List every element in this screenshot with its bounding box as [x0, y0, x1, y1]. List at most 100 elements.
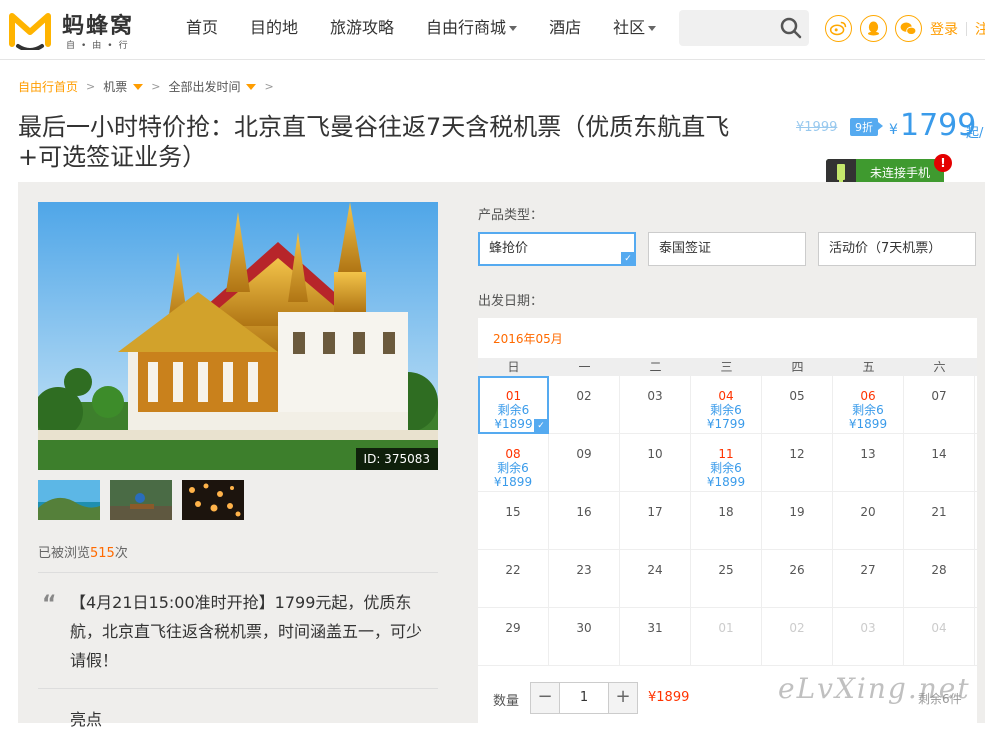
calendar-day: 03: [833, 608, 904, 666]
nav-item-label: 目的地: [250, 18, 299, 37]
day-number: 03: [860, 621, 876, 635]
day-price: ¥1899: [493, 475, 533, 489]
calendar-week-row: 15 16 17 18 19 20 21: [478, 492, 977, 550]
image-id-label: ID: 375083: [355, 448, 438, 470]
calendar-day: 26: [762, 550, 833, 608]
nav-item-6[interactable]: 社区: [597, 0, 672, 60]
day-price: ¥1899: [706, 475, 746, 489]
nav-item-3[interactable]: 旅游攻略: [314, 0, 410, 60]
nav-item-4[interactable]: 自由行商城: [410, 0, 533, 60]
day-number: 23: [576, 563, 592, 577]
day-number: 07: [931, 389, 947, 403]
nav-item-label: 旅游攻略: [330, 18, 395, 37]
calendar-day[interactable]: 08 剩余6 ¥1899: [478, 434, 549, 492]
day-number: 24: [647, 563, 663, 577]
product-panel: ID: 375083 已被浏览515次 “ 【4月21日15:00准时开抢】17…: [18, 182, 985, 729]
search-icon[interactable]: [779, 16, 803, 40]
nav-item-5[interactable]: 酒店: [533, 0, 597, 60]
caret-down-icon: [509, 26, 518, 31]
weibo-icon[interactable]: [825, 15, 852, 42]
thumbnail-1[interactable]: [38, 480, 100, 520]
calendar-day: 04: [904, 608, 975, 666]
calendar-day: 27: [833, 550, 904, 608]
hero-image[interactable]: ID: 375083: [38, 202, 438, 470]
day-number: 27: [860, 563, 876, 577]
logo-name: 蚂蜂窝: [62, 14, 135, 39]
type-option-3[interactable]: 活动价（7天机票）: [818, 232, 976, 266]
quantity-label: 数量: [493, 694, 520, 709]
weekday-header: 五: [862, 360, 875, 374]
thumbnail-3[interactable]: [182, 480, 244, 520]
day-number: 31: [647, 621, 663, 635]
calendar-day: 14: [904, 434, 975, 492]
calendar-day: 16: [549, 492, 620, 550]
calendar-day: 01: [691, 608, 762, 666]
quantity-minus-button[interactable]: −: [531, 683, 559, 713]
register-link[interactable]: 注: [975, 19, 985, 39]
wechat-icon[interactable]: [895, 15, 922, 42]
day-price: ¥1799: [706, 417, 746, 431]
calendar-day: 20: [833, 492, 904, 550]
calendar-day[interactable]: 06 剩余6 ¥1899: [833, 376, 904, 434]
day-number: 15: [505, 505, 521, 519]
departure-date-label: 出发日期：: [478, 294, 544, 309]
qq-icon[interactable]: [860, 15, 887, 42]
calendar-day: 02: [762, 608, 833, 666]
thumbnail-2[interactable]: [110, 480, 172, 520]
quantity-input[interactable]: 1: [559, 683, 609, 713]
calendar-day: 12: [762, 434, 833, 492]
day-price: ¥1899: [848, 417, 888, 431]
chevron-right-icon: >: [264, 80, 274, 93]
calendar-day[interactable]: 04 剩余6 ¥1799: [691, 376, 762, 434]
breadcrumb-category[interactable]: 机票: [103, 78, 127, 95]
alert-icon: !: [934, 154, 952, 172]
seats-remaining: 剩余6: [497, 461, 529, 475]
day-number: 12: [789, 447, 805, 461]
calendar-day: 29: [478, 608, 549, 666]
day-number: 21: [931, 505, 947, 519]
caret-down-icon[interactable]: [133, 83, 144, 90]
view-count: 已被浏览515次: [38, 542, 128, 561]
login-link[interactable]: 登录: [930, 19, 958, 39]
day-number: 25: [718, 563, 734, 577]
logo-icon: [9, 13, 51, 50]
breadcrumb-time[interactable]: 全部出发时间: [168, 78, 240, 95]
calendar-week-row: 29 30 31 01 02 03 04: [478, 608, 977, 666]
breadcrumb-home[interactable]: 自由行首页: [18, 78, 78, 95]
seats-remaining: 剩余6: [710, 461, 742, 475]
quantity-plus-button[interactable]: +: [609, 683, 637, 713]
calendar-month: 2016年05月: [493, 332, 563, 346]
caret-down-icon[interactable]: [246, 83, 257, 90]
seats-remaining: 剩余6: [710, 403, 742, 417]
day-number: 02: [576, 389, 592, 403]
nav-item-1[interactable]: 首页: [170, 0, 234, 60]
type-option-2[interactable]: 泰国签证: [648, 232, 806, 266]
calendar-day: 25: [691, 550, 762, 608]
quantity-stepper: − 1 +: [530, 682, 638, 714]
calendar-day: 10: [620, 434, 691, 492]
search-input[interactable]: [679, 10, 774, 46]
chevron-right-icon: >: [86, 80, 96, 93]
calendar-day: 05: [762, 376, 833, 434]
day-number: 03: [647, 389, 663, 403]
type-option-1[interactable]: 蜂抢价: [478, 232, 636, 266]
chevron-right-icon: >: [151, 80, 161, 93]
calendar-day: 31: [620, 608, 691, 666]
calendar-day: 21: [904, 492, 975, 550]
weekday-header: 日: [507, 360, 520, 374]
calendar-day[interactable]: 01 剩余6 ¥1899: [478, 376, 549, 434]
beach-image: [38, 480, 100, 520]
day-number: 18: [718, 505, 734, 519]
day-number: 16: [576, 505, 592, 519]
site-logo[interactable]: 蚂蜂窝 自•由•行: [8, 8, 154, 52]
day-number: 09: [576, 447, 592, 461]
nav-item-2[interactable]: 目的地: [234, 0, 314, 60]
price-unit: 起/: [966, 126, 984, 141]
day-number: 04: [718, 389, 734, 403]
main-nav: 首页 目的地 旅游攻略 自由行商城 酒店 社区: [170, 0, 672, 60]
calendar-day[interactable]: 11 剩余6 ¥1899: [691, 434, 762, 492]
departure-calendar: 2016年05月 日一二三四五六 01剩余6¥1899020304剩余6¥179…: [478, 318, 977, 723]
breadcrumb: 自由行首页 > 机票 > 全部出发时间 >: [18, 78, 282, 95]
calendar-day: 03: [620, 376, 691, 434]
view-number: 515: [90, 546, 115, 561]
